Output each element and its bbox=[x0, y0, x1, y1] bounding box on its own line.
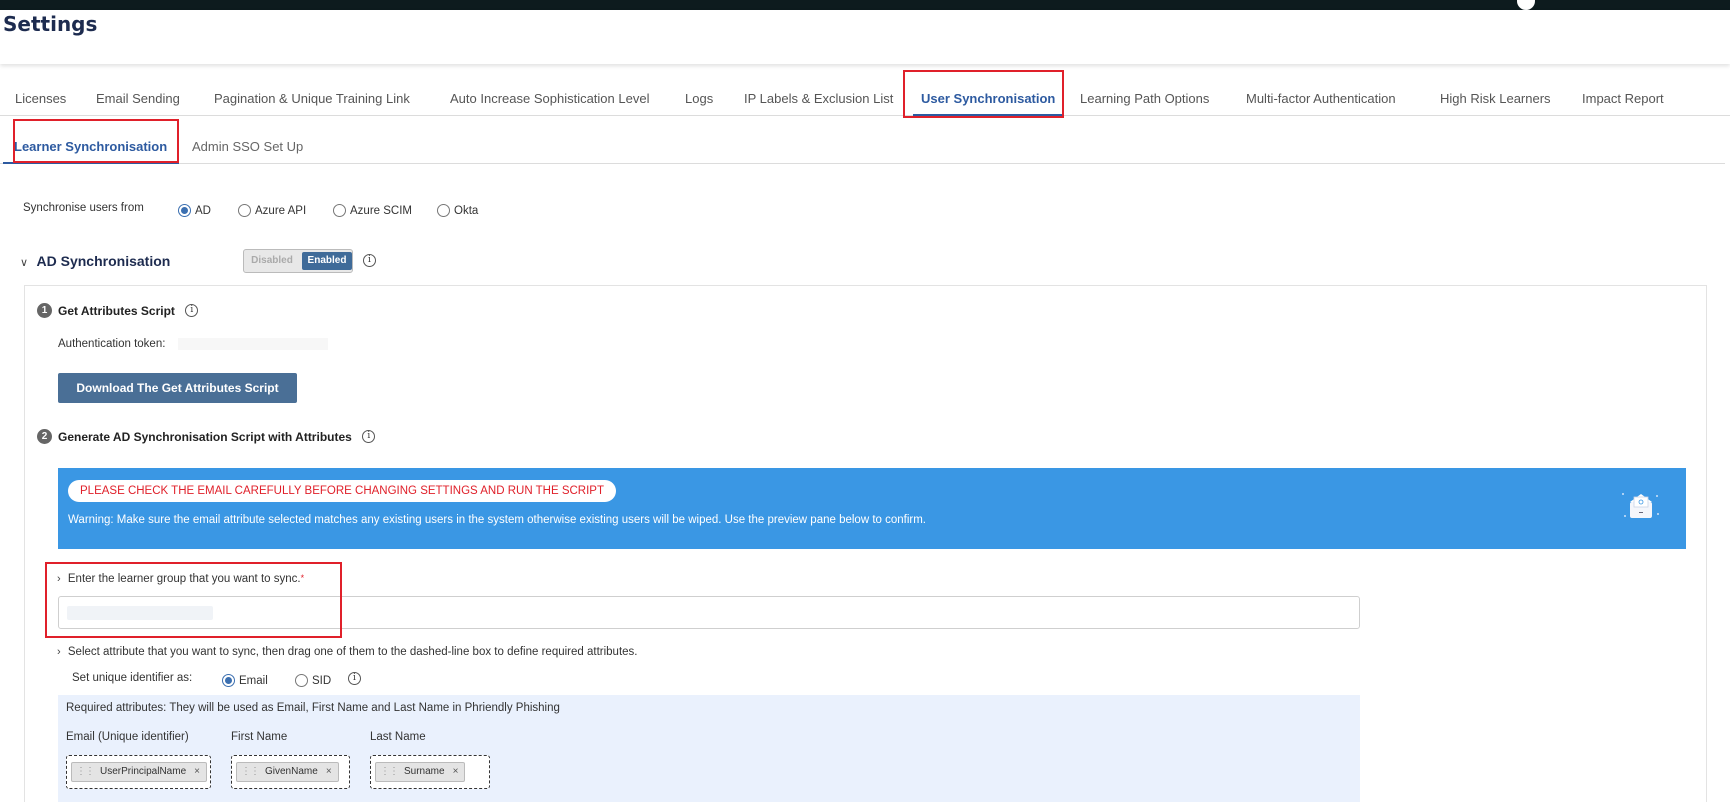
ad-section-header[interactable]: ∨ AD Synchronisation bbox=[20, 253, 170, 271]
radio-ad[interactable]: AD bbox=[178, 202, 211, 220]
chevron-down-icon[interactable]: ∨ bbox=[20, 256, 28, 269]
step1-number: 1 bbox=[37, 303, 52, 319]
radio-ad-indicator[interactable] bbox=[178, 204, 191, 218]
info-icon[interactable]: i bbox=[185, 304, 199, 318]
radio-okta[interactable]: Okta bbox=[437, 202, 478, 220]
radio-azure-scim-label: Azure SCIM bbox=[350, 204, 412, 217]
info-icon[interactable]: i bbox=[348, 672, 361, 685]
learner-group-prompt-text: Enter the learner group that you want to… bbox=[67, 573, 301, 585]
subtab-admin-sso[interactable]: Admin SSO Set Up bbox=[192, 118, 303, 164]
radio-sid-label: SID bbox=[312, 674, 332, 687]
email-column-label: Email (Unique identifier) bbox=[66, 731, 189, 743]
user-avatar[interactable] bbox=[1517, 0, 1535, 10]
required-attributes-text: Required attributes: They will be used a… bbox=[66, 702, 560, 714]
remove-icon[interactable]: × bbox=[194, 766, 200, 777]
last-name-dropzone[interactable]: ⋮⋮ Surname × bbox=[370, 755, 490, 789]
radio-email[interactable]: Email bbox=[222, 672, 268, 690]
attribute-prompt-text: Select attribute that you want to sync, … bbox=[67, 646, 638, 658]
chevron-right-icon[interactable]: › bbox=[57, 646, 61, 658]
last-name-column-label: Last Name bbox=[370, 731, 426, 743]
tab-user-synchronisation[interactable]: User Synchronisation bbox=[913, 70, 1064, 116]
radio-email-indicator[interactable] bbox=[222, 674, 235, 688]
email-dropzone[interactable]: ⋮⋮ UserPrincipalName × bbox=[66, 755, 211, 789]
banner-alert: PLEASE CHECK THE EMAIL CAREFULLY BEFORE … bbox=[68, 480, 616, 502]
toggle-disabled-option[interactable]: Disabled bbox=[246, 252, 298, 270]
attribute-chip-label: UserPrincipalName bbox=[100, 766, 187, 777]
email-illustration-icon bbox=[1622, 493, 1659, 518]
subtab-learner-synchronisation[interactable]: Learner Synchronisation bbox=[3, 118, 180, 164]
tab-ip-labels[interactable]: IP Labels & Exclusion List bbox=[744, 70, 893, 116]
attribute-chip[interactable]: ⋮⋮ Surname × bbox=[375, 762, 466, 782]
top-bar bbox=[0, 0, 1730, 10]
drag-handle-icon[interactable]: ⋮⋮ bbox=[241, 766, 260, 777]
attribute-chip[interactable]: ⋮⋮ UserPrincipalName × bbox=[71, 762, 207, 782]
attribute-chip[interactable]: ⋮⋮ GivenName × bbox=[236, 762, 339, 782]
remove-icon[interactable]: × bbox=[326, 766, 332, 777]
required-mark: * bbox=[300, 573, 305, 583]
remove-icon[interactable]: × bbox=[453, 766, 459, 777]
download-attributes-script-button[interactable]: Download The Get Attributes Script bbox=[58, 373, 297, 403]
tab-mfa[interactable]: Multi-factor Authentication bbox=[1246, 70, 1396, 116]
page-title: Settings bbox=[3, 12, 98, 36]
step1-header: 1 Get Attributes Script i bbox=[37, 302, 199, 320]
first-name-dropzone[interactable]: ⋮⋮ GivenName × bbox=[231, 755, 350, 789]
attribute-chip-label: GivenName bbox=[265, 766, 318, 777]
tab-high-risk[interactable]: High Risk Learners bbox=[1440, 70, 1551, 116]
radio-ad-label: AD bbox=[195, 204, 211, 217]
tab-logs[interactable]: Logs bbox=[685, 70, 713, 116]
page-header: Settings bbox=[0, 10, 1730, 64]
unique-id-label: Set unique identifier as: bbox=[72, 672, 193, 684]
radio-okta-label: Okta bbox=[454, 204, 479, 217]
ad-sync-toggle[interactable]: Disabled Enabled bbox=[243, 249, 353, 273]
ad-section-title: AD Synchronisation bbox=[36, 253, 171, 269]
tab-learning-path[interactable]: Learning Path Options bbox=[1080, 70, 1209, 116]
radio-email-label: Email bbox=[239, 674, 268, 687]
tab-impact-report[interactable]: Impact Report bbox=[1582, 70, 1664, 116]
radio-okta-indicator[interactable] bbox=[437, 204, 450, 218]
drag-handle-icon[interactable]: ⋮⋮ bbox=[76, 766, 95, 777]
step1-title: Get Attributes Script bbox=[58, 303, 175, 318]
radio-azure-scim-indicator[interactable] bbox=[333, 204, 346, 218]
toggle-enabled-option[interactable]: Enabled bbox=[302, 252, 352, 270]
radio-sid[interactable]: SID bbox=[295, 672, 331, 690]
radio-azure-scim[interactable]: Azure SCIM bbox=[333, 202, 412, 220]
attribute-prompt[interactable]: › Select attribute that you want to sync… bbox=[57, 646, 637, 658]
sync-source-label: Synchronise users from bbox=[23, 202, 144, 214]
tab-auto-increase[interactable]: Auto Increase Sophistication Level bbox=[450, 70, 649, 116]
tab-email-sending[interactable]: Email Sending bbox=[96, 70, 180, 116]
tab-pagination[interactable]: Pagination & Unique Training Link bbox=[214, 70, 410, 116]
drag-handle-icon[interactable]: ⋮⋮ bbox=[380, 766, 399, 777]
first-name-column-label: First Name bbox=[231, 731, 288, 743]
info-icon[interactable]: i bbox=[363, 254, 376, 267]
required-attributes-panel: Required attributes: They will be used a… bbox=[58, 695, 1360, 802]
warning-banner: PLEASE CHECK THE EMAIL CAREFULLY BEFORE … bbox=[58, 468, 1686, 549]
banner-warning-text: Warning: Make sure the email attribute s… bbox=[68, 514, 926, 526]
learner-group-prompt[interactable]: › Enter the learner group that you want … bbox=[57, 573, 304, 585]
tab-licenses[interactable]: Licenses bbox=[15, 70, 66, 116]
settings-tabs: Licenses Email Sending Pagination & Uniq… bbox=[0, 70, 1730, 116]
auth-token-value bbox=[178, 338, 328, 350]
step2-title: Generate AD Synchronisation Script with … bbox=[58, 429, 352, 444]
attribute-chip-label: Surname bbox=[404, 766, 445, 777]
learner-group-input[interactable] bbox=[58, 596, 1360, 629]
radio-azure-api-indicator[interactable] bbox=[238, 204, 251, 218]
radio-sid-indicator[interactable] bbox=[295, 674, 308, 688]
learner-group-value bbox=[67, 606, 213, 620]
step2-header: 2 Generate AD Synchronisation Script with… bbox=[37, 428, 376, 446]
step2-number: 2 bbox=[37, 429, 52, 445]
radio-azure-api-label: Azure API bbox=[255, 204, 307, 217]
user-sync-subtabs: Learner Synchronisation Admin SSO Set Up bbox=[0, 118, 1725, 164]
chevron-right-icon[interactable]: › bbox=[57, 573, 61, 585]
radio-azure-api[interactable]: Azure API bbox=[238, 202, 306, 220]
auth-token-label: Authentication token: bbox=[58, 338, 166, 350]
info-icon[interactable]: i bbox=[362, 430, 376, 444]
